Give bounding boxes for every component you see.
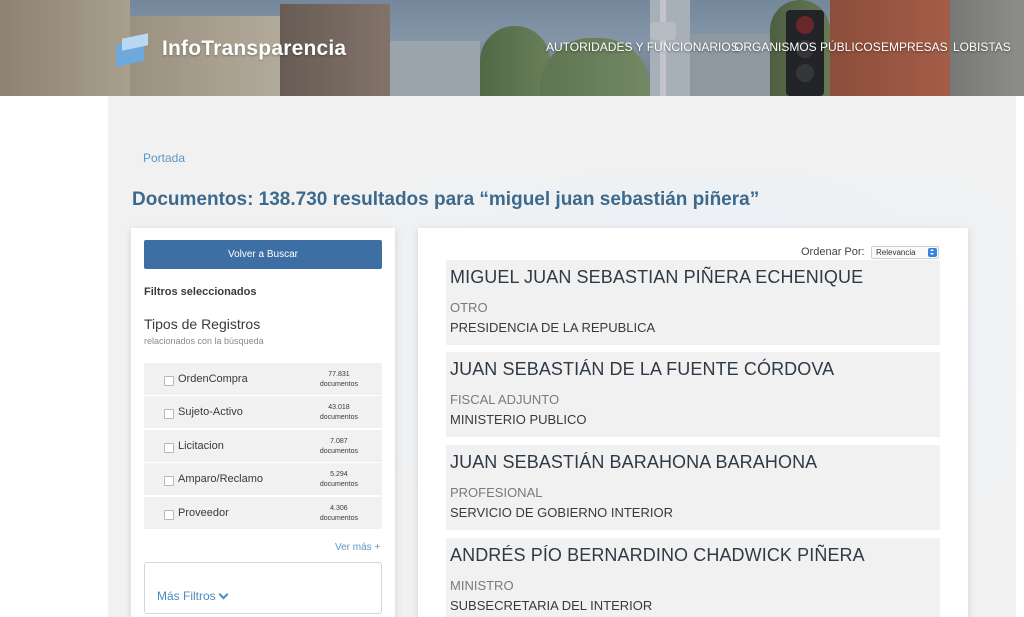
result-organization: SERVICIO DE GOBIERNO INTERIOR	[450, 505, 673, 520]
filter-label: Amparo/Reclamo	[178, 473, 263, 485]
result-role: FISCAL ADJUNTO	[450, 392, 560, 407]
filter-row-licitacion[interactable]: Licitacion 7.087 documentos	[144, 430, 382, 462]
breadcrumb-portada[interactable]: Portada	[143, 151, 185, 165]
checkbox[interactable]	[164, 376, 174, 386]
more-filters-box: Más Filtros	[144, 562, 382, 614]
nav-link-autoridades[interactable]: AUTORIDADES Y FUNCIONARIOS	[546, 40, 739, 54]
nav-link-empresas[interactable]: EMPRESAS	[881, 40, 948, 54]
record-types-subtitle: relacionados con la búsqueda	[144, 336, 264, 346]
page-title: Documentos: 138.730 resultados para “mig…	[132, 189, 760, 210]
selected-filters-title: Filtros seleccionados	[144, 286, 257, 298]
filter-count: 5.294 documentos	[319, 471, 358, 488]
filter-row-ordencompra[interactable]: OrdenCompra 77.831 documentos	[144, 363, 382, 395]
sort-label: Ordenar Por:	[801, 246, 865, 258]
result-card[interactable]: JUAN SEBASTIÁN BARAHONA BARAHONA PROFESI…	[446, 445, 940, 530]
filter-row-amparo-reclamo[interactable]: Amparo/Reclamo 5.294 documentos	[144, 463, 382, 495]
sort-select-value: Relevancia	[876, 248, 916, 257]
filter-label: Sujeto-Activo	[178, 406, 243, 418]
filter-label: OrdenCompra	[178, 373, 248, 385]
result-name[interactable]: ANDRÉS PÍO BERNARDINO CHADWICK PIÑERA	[450, 545, 865, 566]
result-name[interactable]: JUAN SEBASTIÁN DE LA FUENTE CÓRDOVA	[450, 359, 834, 380]
filter-row-sujeto-activo[interactable]: Sujeto-Activo 43.018 documentos	[144, 396, 382, 428]
result-organization: SUBSECRETARIA DEL INTERIOR	[450, 598, 653, 613]
checkbox[interactable]	[164, 476, 174, 486]
result-organization: PRESIDENCIA DE LA REPUBLICA	[450, 320, 656, 335]
result-card[interactable]: ANDRÉS PÍO BERNARDINO CHADWICK PIÑERA MI…	[446, 538, 940, 617]
filter-count: 4.306 documentos	[319, 505, 358, 522]
record-types-title: Tipos de Registros	[144, 316, 261, 332]
filter-label: Proveedor	[178, 507, 229, 519]
filter-count: 77.831 documentos	[319, 371, 358, 388]
nav-link-organismos[interactable]: ORGANISMOS PÚBLICOS	[734, 40, 881, 54]
checkbox[interactable]	[164, 409, 174, 419]
site-header: InfoTransparencia AUTORIDADES Y FUNCIONA…	[0, 0, 1024, 96]
result-organization: MINISTERIO PUBLICO	[450, 412, 587, 427]
result-role: PROFESIONAL	[450, 485, 543, 500]
result-role: MINISTRO	[450, 578, 514, 593]
more-filters-toggle[interactable]: Más Filtros	[157, 589, 229, 603]
result-name[interactable]: MIGUEL JUAN SEBASTIAN PIÑERA ECHENIQUE	[450, 267, 863, 288]
result-role: OTRO	[450, 300, 488, 315]
checkbox[interactable]	[164, 510, 174, 520]
select-arrows-icon	[928, 248, 937, 257]
sort-select[interactable]: Relevancia	[871, 246, 939, 259]
result-name[interactable]: JUAN SEBASTIÁN BARAHONA BARAHONA	[450, 452, 817, 473]
more-filters-label: Más Filtros	[157, 589, 216, 603]
filters-panel: Volver a Buscar Filtros seleccionados Ti…	[131, 228, 395, 617]
site-logo[interactable]: InfoTransparencia	[116, 32, 347, 67]
nav-link-lobistas[interactable]: LOBISTAS	[953, 40, 1011, 54]
logo-icon	[116, 32, 150, 67]
filter-count: 43.018 documentos	[319, 404, 358, 421]
back-to-search-button[interactable]: Volver a Buscar	[144, 240, 382, 269]
filter-count: 7.087 documentos	[319, 438, 358, 455]
chevron-down-icon	[218, 589, 229, 599]
filter-row-proveedor[interactable]: Proveedor 4.306 documentos	[144, 497, 382, 529]
filter-label: Licitacion	[178, 440, 224, 452]
result-card[interactable]: JUAN SEBASTIÁN DE LA FUENTE CÓRDOVA FISC…	[446, 352, 940, 437]
checkbox[interactable]	[164, 443, 174, 453]
results-panel: Ordenar Por: Relevancia MIGUEL JUAN SEBA…	[418, 228, 968, 617]
logo-text: InfoTransparencia	[162, 37, 347, 60]
see-more-link[interactable]: Ver más +	[335, 542, 380, 553]
result-card[interactable]: MIGUEL JUAN SEBASTIAN PIÑERA ECHENIQUE O…	[446, 260, 940, 345]
